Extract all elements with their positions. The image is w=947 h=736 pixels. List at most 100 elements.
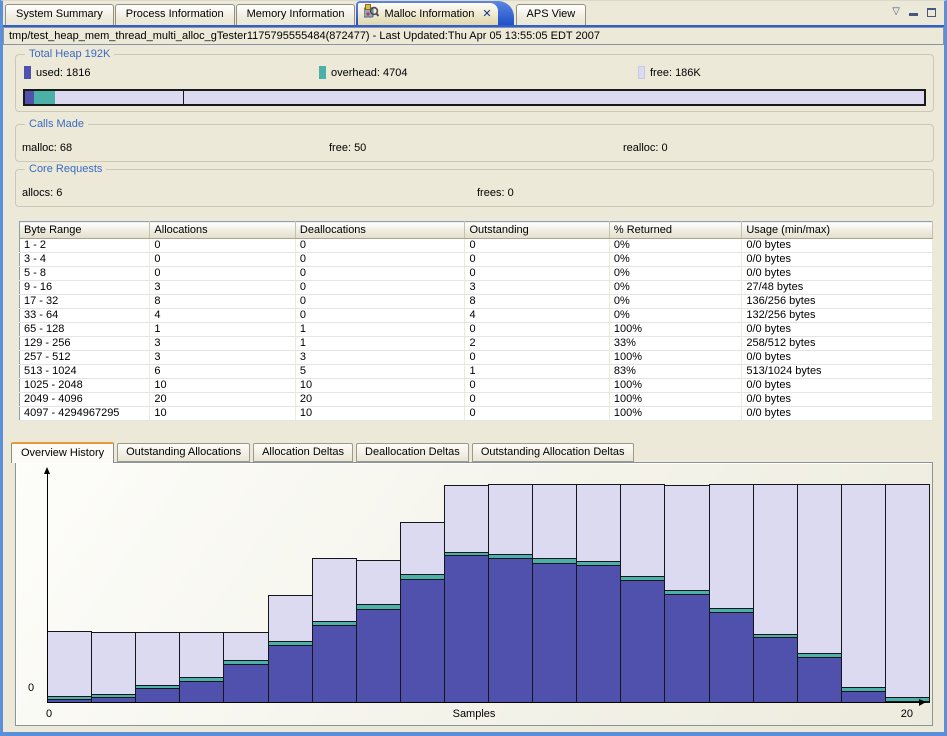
- table-cell[interactable]: 0: [465, 407, 609, 421]
- table-cell[interactable]: 100%: [609, 351, 741, 365]
- table-row[interactable]: 4097 - 429496729510100100%0/0 bytes: [20, 407, 933, 421]
- tab-allocation-deltas[interactable]: Allocation Deltas: [253, 443, 353, 462]
- tab-aps-view[interactable]: APS View: [516, 4, 587, 25]
- table-cell[interactable]: 0/0 bytes: [742, 239, 933, 253]
- table-cell[interactable]: 0%: [609, 281, 741, 295]
- table-cell[interactable]: 65 - 128: [20, 323, 150, 337]
- table-cell[interactable]: 0: [465, 393, 609, 407]
- column-header-usage-min-max[interactable]: Usage (min/max): [742, 222, 933, 239]
- table-cell[interactable]: 136/256 bytes: [742, 295, 933, 309]
- table-cell[interactable]: 33 - 64: [20, 309, 150, 323]
- tab-outstanding-allocation-deltas[interactable]: Outstanding Allocation Deltas: [472, 443, 634, 462]
- table-cell[interactable]: 3: [465, 281, 609, 295]
- table-cell[interactable]: 513 - 1024: [20, 365, 150, 379]
- column-header-outstanding[interactable]: Outstanding: [465, 222, 609, 239]
- table-row[interactable]: 129 - 25631233%258/512 bytes: [20, 337, 933, 351]
- table-cell[interactable]: 0/0 bytes: [742, 267, 933, 281]
- table-cell[interactable]: 10: [150, 407, 295, 421]
- tab-deallocation-deltas[interactable]: Deallocation Deltas: [356, 443, 469, 462]
- table-cell[interactable]: 33%: [609, 337, 741, 351]
- table-row[interactable]: 1025 - 204810100100%0/0 bytes: [20, 379, 933, 393]
- table-cell[interactable]: 1 - 2: [20, 239, 150, 253]
- table-cell[interactable]: 10: [150, 379, 295, 393]
- table-cell[interactable]: 0%: [609, 267, 741, 281]
- table-cell[interactable]: 8: [465, 295, 609, 309]
- table-cell[interactable]: 6: [150, 365, 295, 379]
- table-cell[interactable]: 0: [150, 253, 295, 267]
- tab-memory-information[interactable]: Memory Information: [236, 4, 356, 25]
- table-row[interactable]: 513 - 102465183%513/1024 bytes: [20, 365, 933, 379]
- table-cell[interactable]: 20: [295, 393, 465, 407]
- table-row[interactable]: 65 - 128110100%0/0 bytes: [20, 323, 933, 337]
- table-cell[interactable]: 100%: [609, 407, 741, 421]
- table-cell[interactable]: 0: [295, 281, 465, 295]
- table-row[interactable]: 3 - 40000%0/0 bytes: [20, 253, 933, 267]
- table-cell[interactable]: 2049 - 4096: [20, 393, 150, 407]
- table-cell[interactable]: 0: [295, 295, 465, 309]
- table-cell[interactable]: 0: [465, 351, 609, 365]
- table-cell[interactable]: 513/1024 bytes: [742, 365, 933, 379]
- tab-malloc-information[interactable]: Malloc Information✕: [356, 1, 513, 25]
- table-cell[interactable]: 100%: [609, 323, 741, 337]
- table-cell[interactable]: 1: [295, 323, 465, 337]
- column-header-allocations[interactable]: Allocations: [150, 222, 295, 239]
- table-row[interactable]: 5 - 80000%0/0 bytes: [20, 267, 933, 281]
- table-cell[interactable]: 1: [295, 337, 465, 351]
- table-cell[interactable]: 83%: [609, 365, 741, 379]
- table-cell[interactable]: 0/0 bytes: [742, 379, 933, 393]
- table-cell[interactable]: 3: [150, 337, 295, 351]
- table-row[interactable]: 33 - 644040%132/256 bytes: [20, 309, 933, 323]
- table-cell[interactable]: 0: [465, 323, 609, 337]
- table-cell[interactable]: 1: [150, 323, 295, 337]
- table-cell[interactable]: 1025 - 2048: [20, 379, 150, 393]
- table-cell[interactable]: 0%: [609, 295, 741, 309]
- table-row[interactable]: 17 - 328080%136/256 bytes: [20, 295, 933, 309]
- column-header-byte-range[interactable]: Byte Range: [20, 222, 150, 239]
- table-cell[interactable]: 0: [150, 267, 295, 281]
- table-cell[interactable]: 132/256 bytes: [742, 309, 933, 323]
- table-cell[interactable]: 100%: [609, 393, 741, 407]
- table-cell[interactable]: 0/0 bytes: [742, 253, 933, 267]
- table-cell[interactable]: 3 - 4: [20, 253, 150, 267]
- table-cell[interactable]: 4: [150, 309, 295, 323]
- table-cell[interactable]: 0/0 bytes: [742, 351, 933, 365]
- table-cell[interactable]: 100%: [609, 379, 741, 393]
- table-cell[interactable]: 17 - 32: [20, 295, 150, 309]
- table-cell[interactable]: 4: [465, 309, 609, 323]
- table-cell[interactable]: 10: [295, 379, 465, 393]
- table-cell[interactable]: 9 - 16: [20, 281, 150, 295]
- table-cell[interactable]: 5: [295, 365, 465, 379]
- tab-outstanding-allocations[interactable]: Outstanding Allocations: [117, 443, 250, 462]
- table-cell[interactable]: 0: [295, 239, 465, 253]
- view-menu-icon[interactable]: ▽: [892, 7, 900, 17]
- table-cell[interactable]: 0: [150, 239, 295, 253]
- table-cell[interactable]: 0/0 bytes: [742, 393, 933, 407]
- maximize-icon[interactable]: [927, 8, 936, 17]
- table-cell[interactable]: 0: [295, 267, 465, 281]
- table-cell[interactable]: 27/48 bytes: [742, 281, 933, 295]
- table-cell[interactable]: 20: [150, 393, 295, 407]
- table-cell[interactable]: 129 - 256: [20, 337, 150, 351]
- table-row[interactable]: 1 - 20000%0/0 bytes: [20, 239, 933, 253]
- tab-process-information[interactable]: Process Information: [115, 4, 235, 25]
- table-cell[interactable]: 1: [465, 365, 609, 379]
- table-row[interactable]: 2049 - 409620200100%0/0 bytes: [20, 393, 933, 407]
- table-cell[interactable]: 0: [465, 267, 609, 281]
- table-cell[interactable]: 0: [465, 253, 609, 267]
- table-cell[interactable]: 0/0 bytes: [742, 323, 933, 337]
- table-cell[interactable]: 3: [295, 351, 465, 365]
- table-cell[interactable]: 3: [150, 351, 295, 365]
- table-cell[interactable]: 258/512 bytes: [742, 337, 933, 351]
- table-cell[interactable]: 10: [295, 407, 465, 421]
- table-cell[interactable]: 0%: [609, 253, 741, 267]
- column-header-deallocations[interactable]: Deallocations: [295, 222, 465, 239]
- table-cell[interactable]: 0%: [609, 309, 741, 323]
- table-cell[interactable]: 3: [150, 281, 295, 295]
- table-cell[interactable]: 0: [465, 239, 609, 253]
- table-row[interactable]: 9 - 163030%27/48 bytes: [20, 281, 933, 295]
- table-cell[interactable]: 257 - 512: [20, 351, 150, 365]
- table-cell[interactable]: 0: [295, 253, 465, 267]
- table-cell[interactable]: 5 - 8: [20, 267, 150, 281]
- table-cell[interactable]: 2: [465, 337, 609, 351]
- tab-overview-history[interactable]: Overview History: [11, 442, 114, 463]
